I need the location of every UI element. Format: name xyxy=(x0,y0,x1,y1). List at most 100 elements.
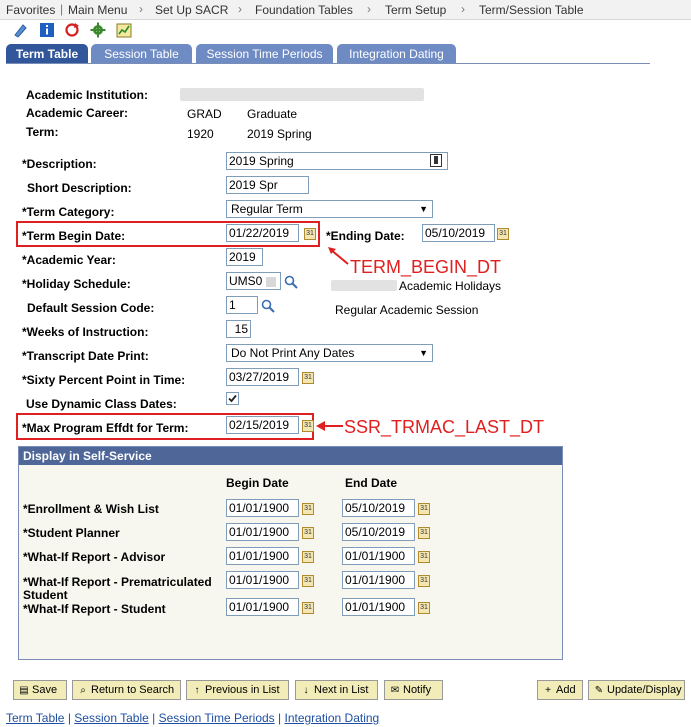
dynamic-class-dates-checkbox[interactable] xyxy=(226,392,239,405)
holiday-code-redacted xyxy=(331,280,397,291)
max-program-effdt-label: *Max Program Effdt for Term: xyxy=(22,421,189,435)
transcript-date-print-value: Do Not Print Any Dates xyxy=(231,346,355,360)
max-program-effdt-input[interactable]: 02/15/2019 xyxy=(226,416,299,434)
end-date-input[interactable]: 01/01/1900 xyxy=(342,598,415,616)
weeks-of-instruction-label: *Weeks of Instruction: xyxy=(22,325,149,339)
tab-integration-dating[interactable]: Integration Dating xyxy=(337,44,456,64)
search-icon[interactable] xyxy=(261,299,275,313)
end-date-input[interactable]: 05/10/2019 xyxy=(342,499,415,517)
end-date-column-header: End Date xyxy=(345,476,398,490)
end-date-value: 01/01/1900 xyxy=(345,573,406,587)
calendar-icon[interactable]: 31 xyxy=(302,372,314,384)
info-icon[interactable] xyxy=(39,22,55,38)
sixty-percent-input[interactable]: 03/27/2019 xyxy=(226,368,299,386)
calendar-icon[interactable]: 31 xyxy=(418,551,430,563)
institution-value-redacted xyxy=(180,88,424,101)
calendar-icon[interactable]: 31 xyxy=(418,503,430,515)
end-date-input[interactable]: 01/01/1900 xyxy=(342,547,415,565)
holiday-schedule-label: *Holiday Schedule: xyxy=(22,277,131,291)
self-service-row-label-continued: Student xyxy=(23,588,68,602)
spellcheck-icon[interactable] xyxy=(430,154,442,167)
footer-link-integration-dating[interactable]: Integration Dating xyxy=(284,711,379,725)
gear-icon[interactable] xyxy=(90,22,106,38)
weeks-of-instruction-value: 15 xyxy=(234,322,248,336)
update-display-button[interactable]: ✎ Update/Display xyxy=(588,680,685,700)
trmac-last-dt-annotation: SSR_TRMAC_LAST_DT xyxy=(344,417,545,437)
arrow-down-icon: ↓ xyxy=(303,685,309,696)
previous-in-list-button[interactable]: ↑ Previous in List xyxy=(186,680,289,700)
short-description-input[interactable]: 2019 Spr xyxy=(226,176,309,194)
begin-date-input[interactable]: 01/01/1900 xyxy=(226,547,299,565)
return-to-search-button[interactable]: ⌕ Return to Search xyxy=(72,680,181,700)
calendar-icon[interactable]: 31 xyxy=(418,602,430,614)
chevron-right-icon: › xyxy=(461,2,465,16)
begin-date-input[interactable]: 01/01/1900 xyxy=(226,523,299,541)
short-description-value: 2019 Spr xyxy=(229,178,278,192)
begin-date-input[interactable]: 01/01/1900 xyxy=(226,571,299,589)
save-icon: ▤ xyxy=(19,685,29,696)
ending-date-input[interactable]: 05/10/2019 xyxy=(422,224,495,242)
breadcrumb-term-setup[interactable]: Term Setup xyxy=(385,3,446,17)
calendar-icon[interactable]: 31 xyxy=(497,228,509,240)
footer-link-session-time-periods[interactable]: Session Time Periods xyxy=(159,711,275,725)
begin-date-input[interactable]: 01/01/1900 xyxy=(226,598,299,616)
description-value: 2019 Spring xyxy=(229,154,294,168)
self-service-row-label: *What-If Report - Student xyxy=(23,602,166,616)
term-begin-date-input[interactable]: 01/22/2019 xyxy=(226,224,299,242)
breadcrumb-main-menu[interactable]: Main Menu xyxy=(68,3,127,17)
default-session-code-input[interactable]: 1 xyxy=(226,296,258,314)
short-description-label: Short Description: xyxy=(27,181,132,195)
tab-term-table[interactable]: Term Table xyxy=(6,44,88,64)
footer-links: Term Table | Session Table | Session Tim… xyxy=(6,711,379,725)
save-button[interactable]: ▤ Save xyxy=(13,680,67,700)
term-category-value: Regular Term xyxy=(231,202,303,216)
calendar-icon[interactable]: 31 xyxy=(302,420,314,432)
calendar-icon[interactable]: 31 xyxy=(304,228,316,240)
end-date-input[interactable]: 01/01/1900 xyxy=(342,571,415,589)
pencil-icon[interactable] xyxy=(12,22,28,38)
end-date-value: 05/10/2019 xyxy=(345,525,406,539)
holiday-schedule-input[interactable]: UMS0 xyxy=(226,272,281,290)
transcript-date-print-select[interactable]: Do Not Print Any Dates ▼ xyxy=(226,344,433,362)
add-icon: + xyxy=(545,685,551,696)
self-service-row-label: *Student Planner xyxy=(23,526,120,540)
calendar-icon[interactable]: 31 xyxy=(418,575,430,587)
notify-button[interactable]: ✉ Notify xyxy=(384,680,443,700)
tab-session-table[interactable]: Session Table xyxy=(91,44,192,64)
calendar-icon[interactable]: 31 xyxy=(418,527,430,539)
term-label: Term: xyxy=(26,125,59,139)
calendar-icon[interactable]: 31 xyxy=(302,503,314,515)
calendar-icon[interactable]: 31 xyxy=(302,575,314,587)
self-service-row-label: *What-If Report - Prematriculated xyxy=(23,575,212,589)
breadcrumb-foundation-tables[interactable]: Foundation Tables xyxy=(255,3,353,17)
self-service-row-label: *What-If Report - Advisor xyxy=(23,550,166,564)
end-date-value: 01/01/1900 xyxy=(345,549,406,563)
footer-link-term-table[interactable]: Term Table xyxy=(6,711,64,725)
academic-year-input[interactable]: 2019 xyxy=(226,248,263,266)
dropdown-arrow-icon: ▼ xyxy=(419,348,428,358)
description-input[interactable]: 2019 Spring xyxy=(226,152,448,170)
calendar-icon[interactable]: 31 xyxy=(302,551,314,563)
search-icon[interactable] xyxy=(284,275,298,289)
end-date-input[interactable]: 05/10/2019 xyxy=(342,523,415,541)
end-date-value: 05/10/2019 xyxy=(345,501,406,515)
holiday-description: Academic Holidays xyxy=(399,279,502,293)
weeks-of-instruction-input[interactable]: 15 xyxy=(226,320,251,338)
next-in-list-button[interactable]: ↓ Next in List xyxy=(295,680,378,700)
footer-link-session-table[interactable]: Session Table xyxy=(74,711,149,725)
calendar-icon[interactable]: 31 xyxy=(302,527,314,539)
refresh-icon[interactable] xyxy=(64,22,80,38)
breadcrumb-set-up-sacr[interactable]: Set Up SACR xyxy=(155,3,228,17)
tab-session-time-periods[interactable]: Session Time Periods xyxy=(196,44,333,64)
begin-date-input[interactable]: 01/01/1900 xyxy=(226,499,299,517)
footer-separator: | xyxy=(67,711,71,725)
chart-icon[interactable] xyxy=(116,22,132,38)
add-button[interactable]: + Add xyxy=(537,680,583,700)
max-program-effdt-value: 02/15/2019 xyxy=(229,418,290,432)
calendar-icon[interactable]: 31 xyxy=(302,602,314,614)
term-begin-date-label: *Term Begin Date: xyxy=(22,229,126,243)
description-label: *Description: xyxy=(22,157,97,171)
term-category-select[interactable]: Regular Term ▼ xyxy=(226,200,433,218)
end-date-value: 01/01/1900 xyxy=(345,600,406,614)
breadcrumb-favorites[interactable]: Favorites xyxy=(6,3,55,17)
